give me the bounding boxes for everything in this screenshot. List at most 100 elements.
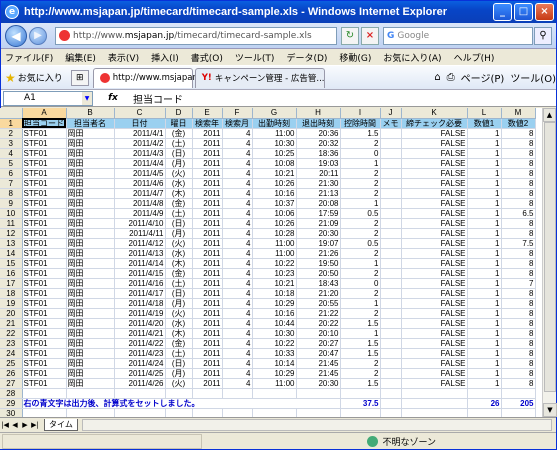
table-cell[interactable]: 8 — [501, 358, 536, 369]
table-cell[interactable]: 2011 — [192, 218, 223, 229]
table-cell[interactable]: 4 — [222, 258, 253, 269]
table-cell[interactable] — [114, 408, 166, 417]
table-cell[interactable]: 8 — [501, 348, 536, 359]
table-cell[interactable]: 10:33 — [252, 348, 297, 359]
header-cell[interactable]: 退出時刻 — [296, 118, 341, 129]
table-cell[interactable]: 岡田 — [66, 348, 115, 359]
table-cell[interactable]: 20:22 — [296, 318, 341, 329]
table-cell[interactable]: STF01 — [22, 358, 67, 369]
close-button[interactable]: × — [535, 3, 554, 21]
table-cell[interactable]: 岡田 — [66, 198, 115, 209]
table-cell[interactable]: 岡田 — [66, 278, 115, 289]
table-cell[interactable]: (木) — [165, 188, 193, 199]
table-cell[interactable]: 10:29 — [252, 298, 297, 309]
table-cell[interactable]: 8 — [501, 228, 536, 239]
table-cell[interactable]: FALSE — [401, 238, 468, 249]
tab-campaign[interactable]: Y! キャンペーン管理 - 広告管... — [194, 67, 325, 88]
table-cell[interactable]: STF01 — [22, 218, 67, 229]
table-cell[interactable] — [380, 198, 402, 209]
table-cell[interactable]: 19:03 — [296, 158, 341, 169]
table-cell[interactable] — [380, 358, 402, 369]
table-cell[interactable]: 2011 — [192, 308, 223, 319]
table-cell[interactable]: FALSE — [401, 248, 468, 259]
table-cell[interactable]: 4 — [222, 138, 253, 149]
table-cell[interactable]: 2011 — [192, 158, 223, 169]
search-input[interactable]: G Google — [383, 26, 533, 45]
table-cell[interactable]: 2011/4/5 — [114, 168, 166, 179]
table-cell[interactable]: 2011/4/17 — [114, 288, 166, 299]
table-cell[interactable]: 1 — [467, 218, 502, 229]
stop-icon[interactable]: × — [361, 26, 379, 45]
table-cell[interactable]: 2011 — [192, 338, 223, 349]
table-cell[interactable]: STF01 — [22, 178, 67, 189]
tab-timecard[interactable]: http://www.msjapan.jp/... — [92, 67, 219, 88]
row-header[interactable]: 7 — [0, 178, 23, 189]
row-header[interactable]: 5 — [0, 158, 23, 169]
table-cell[interactable]: 1 — [467, 228, 502, 239]
column-header[interactable]: L — [467, 108, 502, 119]
table-cell[interactable]: 4 — [222, 308, 253, 319]
table-cell[interactable]: FALSE — [401, 188, 468, 199]
row-header[interactable]: 17 — [0, 278, 23, 289]
last-sheet-icon[interactable]: ▶| — [30, 421, 40, 429]
row-header[interactable]: 27 — [0, 378, 23, 389]
forward-button[interactable]: ▶ — [29, 26, 47, 45]
table-cell[interactable]: 8 — [501, 188, 536, 199]
table-cell[interactable]: 8 — [501, 168, 536, 179]
table-cell[interactable]: 岡田 — [66, 158, 115, 169]
table-cell[interactable]: 10:08 — [252, 158, 297, 169]
table-cell[interactable]: 2011/4/3 — [114, 148, 166, 159]
table-cell[interactable]: (月) — [165, 368, 193, 379]
row-header[interactable]: 14 — [0, 248, 23, 259]
row-header[interactable]: 20 — [0, 308, 23, 319]
table-cell[interactable]: 6.5 — [501, 208, 536, 219]
menu-format[interactable]: 書式(O) — [191, 51, 223, 64]
table-cell[interactable]: 11:00 — [252, 378, 297, 389]
table-cell[interactable]: 8 — [501, 268, 536, 279]
table-cell[interactable]: 10:28 — [252, 228, 297, 239]
table-cell[interactable] — [380, 378, 402, 389]
table-cell[interactable]: 2011/4/2 — [114, 138, 166, 149]
row-header[interactable]: 10 — [0, 208, 23, 219]
table-cell[interactable]: FALSE — [401, 148, 468, 159]
table-cell[interactable] — [380, 348, 402, 359]
table-cell[interactable]: 8 — [501, 178, 536, 189]
table-cell[interactable]: 10:26 — [252, 218, 297, 229]
table-cell[interactable] — [401, 388, 468, 399]
table-cell[interactable] — [401, 408, 468, 417]
table-cell[interactable]: 2011/4/1 — [114, 128, 166, 139]
tools-menu[interactable]: ツール(O) — [510, 70, 556, 85]
table-cell[interactable] — [380, 148, 402, 159]
table-cell[interactable]: (木) — [165, 258, 193, 269]
table-cell[interactable]: 2011 — [192, 128, 223, 139]
table-cell[interactable] — [165, 408, 193, 417]
row-header[interactable]: 2 — [0, 128, 23, 139]
table-cell[interactable]: STF01 — [22, 308, 67, 319]
table-cell[interactable]: 2011 — [192, 258, 223, 269]
quick-tabs-icon[interactable]: ⊞ — [70, 69, 89, 86]
table-cell[interactable]: 20:27 — [296, 338, 341, 349]
column-header[interactable]: C — [114, 108, 166, 119]
prev-sheet-icon[interactable]: ◀ — [10, 421, 20, 429]
column-header[interactable]: H — [296, 108, 341, 119]
table-cell[interactable]: 1 — [467, 268, 502, 279]
table-cell[interactable]: 2011 — [192, 208, 223, 219]
row-header[interactable]: 16 — [0, 268, 23, 279]
table-cell[interactable]: 2011 — [192, 238, 223, 249]
table-cell[interactable]: FALSE — [401, 198, 468, 209]
table-cell[interactable]: STF01 — [22, 168, 67, 179]
table-cell[interactable]: (火) — [165, 238, 193, 249]
table-cell[interactable]: STF01 — [22, 188, 67, 199]
table-cell[interactable]: 2011/4/4 — [114, 158, 166, 169]
page-menu[interactable]: ページ(P) — [461, 70, 505, 85]
table-cell[interactable]: 7 — [501, 278, 536, 289]
url-field[interactable]: http://www. msjapan.jp/timecard/timecard-… — [55, 26, 337, 45]
column-header[interactable]: D — [165, 108, 193, 119]
header-cell[interactable]: 曜日 — [165, 118, 193, 129]
table-cell[interactable]: (火) — [165, 168, 193, 179]
row-header[interactable]: 30 — [0, 408, 23, 417]
table-cell[interactable]: STF01 — [22, 328, 67, 339]
table-cell[interactable]: 8 — [501, 158, 536, 169]
table-cell[interactable]: 2 — [340, 138, 381, 149]
table-cell[interactable] — [467, 408, 502, 417]
